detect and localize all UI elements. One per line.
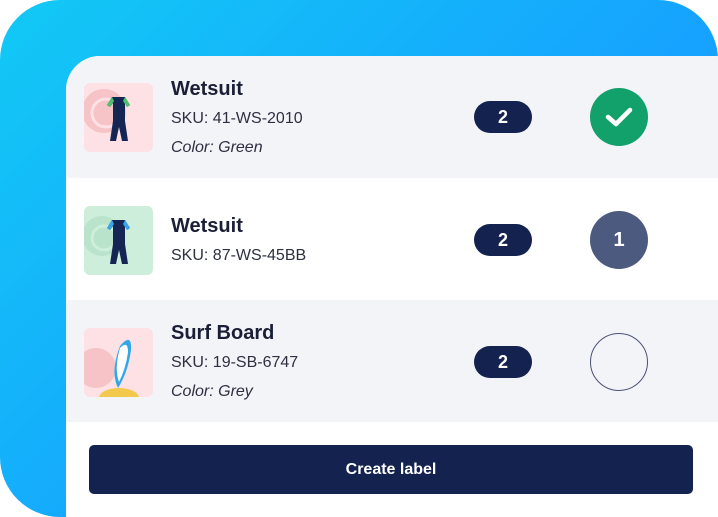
- item-color: Color: Green: [171, 139, 263, 156]
- item-sku: SKU: 87-WS-45BB: [171, 247, 307, 264]
- item-name: Surf Board: [171, 322, 275, 344]
- item-sku: SKU: 41-WS-2010: [171, 110, 303, 127]
- list-item: Surf Board SKU: 19-SB-6747 Color: Grey 2: [66, 300, 718, 422]
- list-item: Wetsuit SKU: 87-WS-45BB 2 1: [66, 178, 718, 300]
- order-card: Wetsuit SKU: 41-WS-2010 Color: Green 2 W…: [66, 56, 718, 517]
- item-name: Wetsuit: [171, 215, 243, 237]
- item-name: Wetsuit: [171, 78, 243, 100]
- quantity-badge: 2: [474, 224, 532, 256]
- gradient-frame: Wetsuit SKU: 41-WS-2010 Color: Green 2 W…: [0, 0, 718, 517]
- quantity-badge: 2: [474, 346, 532, 378]
- wetsuit-icon: [84, 206, 153, 275]
- check-icon: [605, 107, 633, 127]
- status-count[interactable]: 1: [590, 211, 648, 269]
- item-sku: SKU: 19-SB-6747: [171, 354, 299, 371]
- list-item: Wetsuit SKU: 41-WS-2010 Color: Green 2: [66, 56, 718, 178]
- quantity-badge: 2: [474, 101, 532, 133]
- create-label-button[interactable]: Create label: [89, 445, 693, 494]
- status-checked[interactable]: [590, 88, 648, 146]
- status-unchecked[interactable]: [590, 333, 648, 391]
- wetsuit-icon: [84, 83, 153, 152]
- surfboard-icon: [84, 328, 153, 397]
- item-color: Color: Grey: [171, 383, 253, 400]
